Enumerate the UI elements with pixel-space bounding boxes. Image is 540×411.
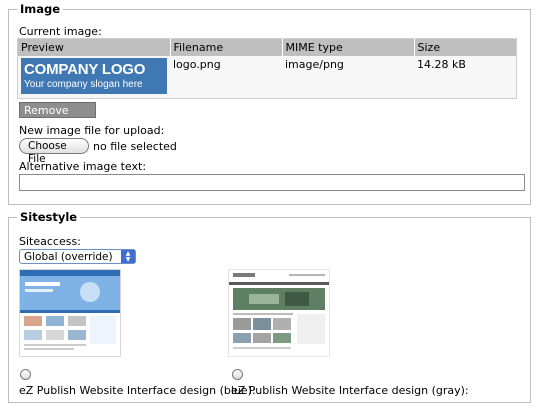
table-row: COMPANY LOGO Your company slogan here lo… bbox=[17, 56, 517, 99]
current-image-label: Current image: bbox=[19, 25, 102, 38]
alt-text-label: Alternative image text: bbox=[19, 160, 147, 173]
design-gray-label: eZ Publish Website Interface design (gra… bbox=[231, 384, 469, 397]
design-blue-preview-icon bbox=[20, 270, 120, 356]
filename-cell: logo.png bbox=[170, 56, 282, 99]
col-mime: MIME type bbox=[282, 38, 415, 56]
current-image-table: Preview Filename MIME type Size COMPANY … bbox=[17, 38, 517, 99]
no-file-text: no file selected bbox=[93, 140, 177, 153]
col-preview: Preview bbox=[17, 38, 171, 56]
design-gray-radio[interactable] bbox=[232, 369, 243, 380]
image-fieldset: Image Current image: Preview Filename MI… bbox=[8, 2, 531, 205]
logo-title: COMPANY LOGO bbox=[24, 61, 146, 78]
select-arrows-icon: ▲ ▼ bbox=[121, 250, 135, 263]
remove-image-button[interactable]: Remove image bbox=[19, 102, 96, 130]
siteaccess-label: Siteaccess: bbox=[19, 235, 81, 248]
image-legend: Image bbox=[17, 2, 64, 16]
alt-text-input[interactable] bbox=[19, 174, 525, 191]
logo-slogan: Your company slogan here bbox=[24, 79, 143, 90]
design-gray-preview-icon bbox=[229, 270, 329, 356]
sitestyle-legend: Sitestyle bbox=[17, 210, 81, 224]
sitestyle-fieldset: Sitestyle Siteaccess: Global (override) … bbox=[8, 210, 531, 403]
siteaccess-select[interactable]: Global (override) ▲ ▼ bbox=[19, 249, 136, 264]
col-filename: Filename bbox=[170, 38, 283, 56]
col-size: Size bbox=[414, 38, 517, 56]
preview-cell: COMPANY LOGO Your company slogan here bbox=[17, 56, 170, 99]
siteaccess-selected-value: Global (override) bbox=[24, 251, 113, 263]
design-blue-radio[interactable] bbox=[20, 369, 31, 380]
company-logo-image: COMPANY LOGO Your company slogan here bbox=[21, 58, 167, 94]
choose-file-button[interactable]: Choose File bbox=[19, 138, 89, 165]
upload-label: New image file for upload: bbox=[19, 124, 165, 137]
mime-cell: image/png bbox=[282, 56, 414, 99]
design-gray-thumbnail[interactable] bbox=[228, 269, 330, 357]
size-cell: 14.28 kB bbox=[414, 56, 517, 99]
design-blue-thumbnail[interactable] bbox=[19, 269, 121, 357]
design-blue-label: eZ Publish Website Interface design (blu… bbox=[19, 384, 256, 397]
